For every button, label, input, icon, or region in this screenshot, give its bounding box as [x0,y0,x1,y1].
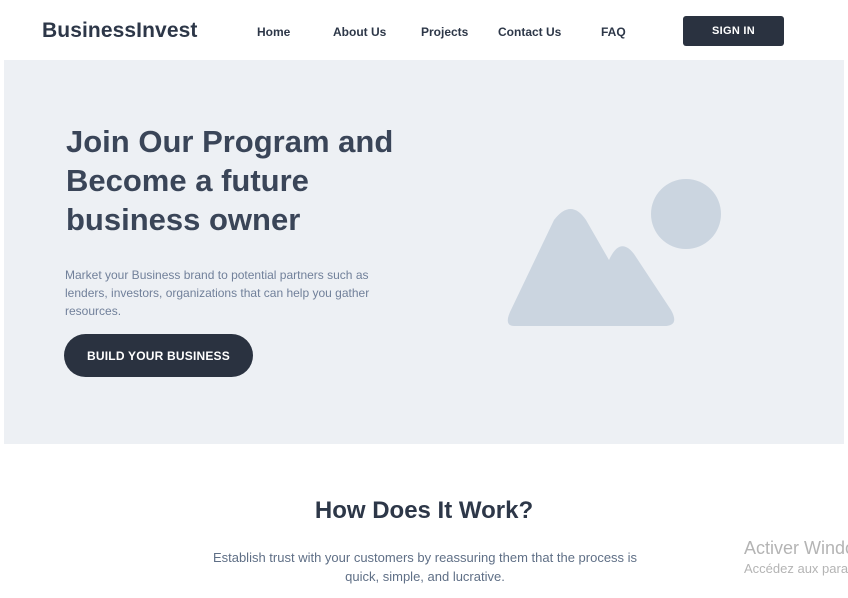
top-navbar: BusinessInvest Home About Us Projects Co… [0,0,848,60]
watermark-line-2: Accédez aux paramètres [744,561,848,576]
nav-link-contact-us[interactable]: Contact Us [498,25,561,39]
image-placeholder-icon [507,179,721,326]
mountains-shape [507,209,675,326]
build-your-business-button[interactable]: BUILD YOUR BUSINESS [64,334,253,377]
hero-title: Join Our Program and Become a future bus… [66,124,394,237]
sun-circle [651,179,721,249]
hero-description: Market your Business brand to potential … [65,268,370,318]
nav-link-about-us[interactable]: About Us [333,25,386,39]
nav-link-projects[interactable]: Projects [421,25,468,39]
brand-logo[interactable]: BusinessInvest [42,19,197,43]
nav-link-home[interactable]: Home [257,25,290,39]
how-it-works-title: How Does It Work? [314,497,534,524]
nav-link-faq[interactable]: FAQ [601,25,626,39]
hero-section: Join Our Program and Become a future bus… [4,60,844,444]
sign-in-button[interactable]: SIGN IN [683,16,784,46]
how-it-works-description: Establish trust with your customers by r… [212,550,638,584]
watermark-line-1: Activer Windows [744,538,848,558]
windows-activation-watermark: Activer Windows Accédez aux paramètres [744,537,848,579]
